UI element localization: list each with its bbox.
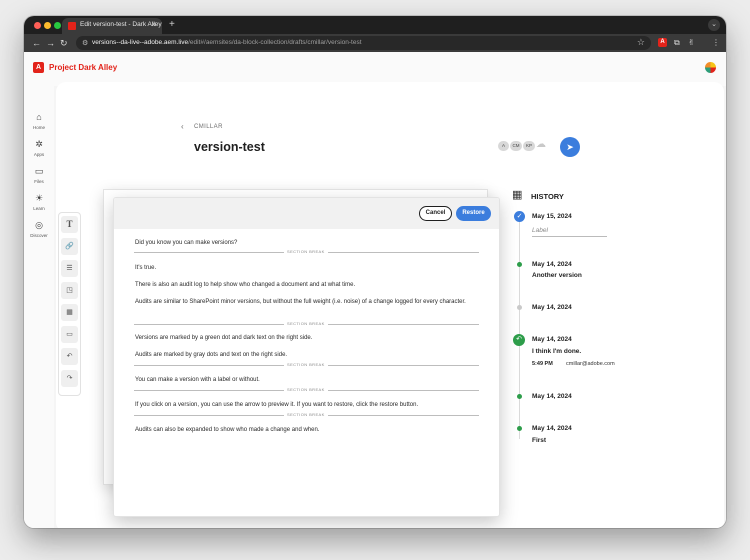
history-date: May 15, 2024 — [532, 213, 572, 220]
app-header: A Project Dark Alley — [24, 52, 726, 86]
site-info-icon[interactable]: ⚙ — [82, 39, 88, 47]
browser-toolbar: ← → ↻ ⚙ versions--da-live--adobe.aem.liv… — [24, 34, 726, 52]
section-break: SECTION BREAK — [134, 411, 479, 419]
redo-icon[interactable]: ↷ — [61, 370, 78, 387]
undo-icon[interactable]: ↶ — [61, 348, 78, 365]
restore-button[interactable]: Restore — [456, 206, 491, 221]
content-area: ‹ CMILLAR version-test A CM KP ☁ ➤ T 🔗 ☰… — [54, 82, 726, 528]
tab-strip: Edit version-test - Dark Alley × + ⌄ — [24, 16, 726, 34]
breadcrumb[interactable]: CMILLAR — [194, 124, 223, 130]
calendar-icon: ▦ — [512, 189, 523, 201]
history-label[interactable]: Another version — [532, 272, 582, 279]
audit-dot[interactable] — [517, 305, 522, 310]
list-icon[interactable]: ☰ — [61, 260, 78, 277]
minimize-window-button[interactable] — [44, 22, 51, 29]
lightbulb-icon: ☀ — [34, 193, 44, 203]
preview-paragraph: Audits are similar to SharePoint minor v… — [135, 299, 466, 305]
adobe-extension-icon[interactable]: A — [658, 38, 667, 47]
rail-item-files[interactable]: ▭ Files — [24, 166, 54, 184]
history-date[interactable]: May 14, 2024 — [532, 304, 572, 311]
browser-tab[interactable]: Edit version-test - Dark Alley × — [62, 18, 162, 34]
back-icon[interactable]: ← — [32, 37, 41, 49]
section-break: SECTION BREAK — [134, 248, 479, 256]
history-date[interactable]: May 14, 2024 — [532, 336, 572, 343]
apps-icon: ✲ — [35, 139, 43, 149]
collaborator-avatar: KP — [523, 141, 535, 151]
collaborator-avatar: CM — [510, 141, 522, 151]
history-timeline — [519, 214, 520, 439]
section-break: SECTION BREAK — [134, 386, 479, 394]
app-brand[interactable]: Project Dark Alley — [49, 63, 117, 72]
rail-item-learn[interactable]: ☀ Learn — [24, 193, 54, 211]
profile-extension-icon[interactable]: ✌ — [688, 38, 695, 48]
restore-arrow-icon[interactable]: ↶ — [513, 334, 525, 346]
history-user: cmillar@adobe.com — [566, 361, 615, 367]
section-icon[interactable]: ▭ — [61, 326, 78, 343]
preview-paragraph: It's true. — [135, 265, 157, 271]
address-bar[interactable]: ⚙ versions--da-live--adobe.aem.live/edit… — [76, 36, 651, 50]
adobe-logo-icon[interactable]: A — [33, 62, 44, 73]
section-break: SECTION BREAK — [134, 361, 479, 369]
close-window-button[interactable] — [34, 22, 41, 29]
extensions-icon[interactable]: ⧉ — [674, 38, 680, 48]
section-break: SECTION BREAK — [134, 320, 479, 328]
compass-icon: ◎ — [35, 220, 43, 230]
forward-icon[interactable]: → — [46, 37, 55, 49]
preview-paragraph: There is also an audit log to help show … — [135, 282, 356, 288]
cloud-icon: ☁ — [536, 139, 546, 150]
collaborator-avatar: A — [498, 141, 509, 151]
version-dot[interactable] — [517, 426, 522, 431]
version-label-input[interactable]: Label — [532, 225, 607, 237]
new-tab-icon[interactable]: + — [169, 19, 175, 31]
preview-paragraph: Audits are marked by gray dots and text … — [135, 352, 288, 358]
history-time: 5:49 PM — [532, 361, 553, 367]
preview-paragraph: Audits can also be expanded to show who … — [135, 427, 320, 433]
cancel-button[interactable]: Cancel — [419, 206, 452, 221]
publish-button[interactable]: ➤ — [560, 137, 580, 157]
tab-title: Edit version-test - Dark Alley — [80, 21, 162, 28]
link-icon[interactable]: 🔗 — [61, 238, 78, 255]
text-format-icon[interactable]: T — [61, 216, 78, 233]
page-title: version-test — [194, 140, 265, 154]
history-date[interactable]: May 14, 2024 — [532, 261, 572, 268]
bookmark-star-icon[interactable]: ☆ — [637, 37, 645, 48]
current-version-check-icon[interactable]: ✓ — [514, 211, 525, 222]
adobe-favicon-icon — [68, 22, 76, 30]
reload-icon[interactable]: ↻ — [60, 37, 68, 49]
preview-paragraph: Did you know you can make versions? — [135, 240, 238, 246]
folder-icon: ▭ — [34, 166, 44, 176]
profile-avatar[interactable] — [705, 62, 716, 73]
browser-menu-icon[interactable]: ⋮ — [712, 38, 720, 48]
rail-item-discover[interactable]: ◎ Discover — [24, 220, 54, 238]
preview-paragraph: If you click on a version, you can use t… — [135, 402, 419, 408]
rail-item-apps[interactable]: ✲ Apps — [24, 139, 54, 157]
tab-close-icon[interactable]: × — [151, 20, 156, 30]
version-dot[interactable] — [517, 394, 522, 399]
back-chevron-icon[interactable]: ‹ — [181, 122, 184, 131]
history-title: HISTORY — [531, 192, 564, 201]
editor-toolbar: T 🔗 ☰ ◳ ▦ ▭ ↶ ↷ — [58, 212, 81, 396]
history-date[interactable]: May 14, 2024 — [532, 393, 572, 400]
version-dot[interactable] — [517, 262, 522, 267]
history-date[interactable]: May 14, 2024 — [532, 425, 572, 432]
maximize-window-button[interactable] — [54, 22, 61, 29]
preview-paragraph: Versions are marked by a green dot and d… — [135, 335, 313, 341]
preview-paragraph: You can make a version with a label or w… — [135, 377, 260, 383]
history-label[interactable]: I think I'm done. — [532, 348, 581, 355]
version-preview: Cancel Restore Did you know you can make… — [113, 197, 500, 517]
history-label[interactable]: First — [532, 437, 546, 444]
browser-window: Edit version-test - Dark Alley × + ⌄ ← →… — [24, 16, 726, 528]
left-rail: ⌂ Home ✲ Apps ▭ Files ☀ Learn ◎ Discover — [24, 86, 54, 528]
url-text: versions--da-live--adobe.aem.live/edit#/… — [92, 39, 362, 46]
insert-block-icon[interactable]: ◳ — [61, 282, 78, 299]
tab-search-icon[interactable]: ⌄ — [708, 19, 720, 31]
preview-header: Cancel Restore — [114, 198, 499, 229]
home-icon: ⌂ — [36, 112, 42, 122]
rail-item-home[interactable]: ⌂ Home — [24, 112, 54, 130]
table-icon[interactable]: ▦ — [61, 304, 78, 321]
